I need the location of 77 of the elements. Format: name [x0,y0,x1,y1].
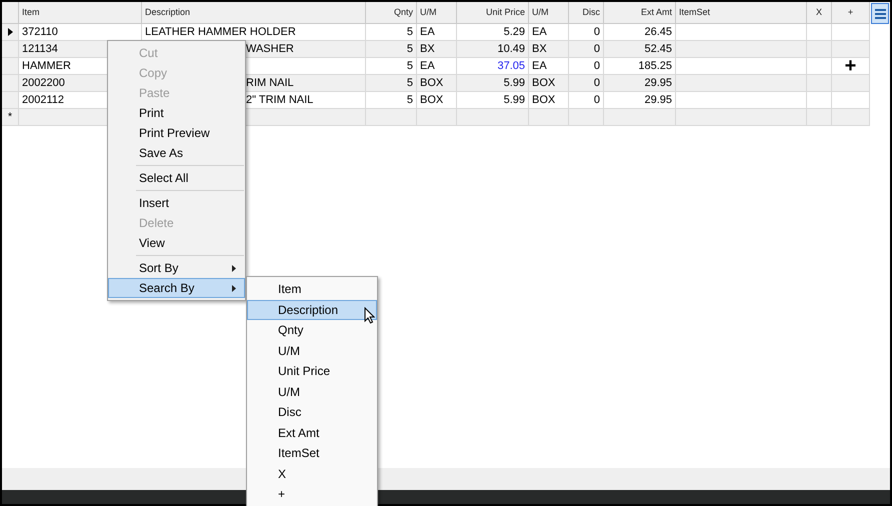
table-cell-text: 2" TRIM NAIL [246,92,314,108]
table-cell-text: BOX [532,92,556,108]
table-cell-text: 2002112 [22,92,64,108]
table-cell-text: EA [532,24,547,40]
column-header[interactable]: U/M [529,2,569,23]
menu-item[interactable]: Qnty [247,320,377,340]
table-cell-text: 0 [594,42,600,57]
table-cell-text: HAMMER [22,58,71,74]
column-header[interactable]: Disc [569,2,604,23]
menu-item[interactable]: Description [247,300,377,320]
menu-item[interactable]: Disc [247,402,377,422]
table-cell-text: BOX [532,76,556,91]
column-header[interactable]: Ext Amt [604,2,676,23]
menu-item[interactable]: Search By [108,278,245,298]
table-cell-text: 5 [406,42,413,57]
table-cell-text: 5.99 [504,76,525,91]
table-cell-text: 5 [406,92,413,108]
menu-item[interactable]: Ext Amt [247,422,377,443]
table-cell-text: 121134 [22,42,58,57]
column-header[interactable]: ItemSet [676,2,807,23]
column-header[interactable]: Unit Price [457,2,529,23]
new-row-marker: * [8,110,12,125]
table-cell-text: EA [420,24,435,40]
table-cell-text: 5 [406,76,413,91]
submenu-arrow-icon [232,284,236,292]
column-header[interactable]: U/M [417,2,457,23]
menu-item[interactable]: Print Preview [108,123,245,143]
row-header[interactable] [2,24,19,40]
table-cell-text: 5 [406,24,413,40]
table-cell-text: 10.49 [497,42,525,57]
table-cell-text: 5 [406,58,413,74]
mouse-cursor-icon [364,307,375,324]
table-cell-text: EA [532,58,547,74]
menu-item[interactable]: Select All [108,168,245,188]
table-cell-text: 26.45 [644,24,672,40]
table-cell-text: 5.99 [504,92,525,108]
table-cell-text: 372110 [22,24,58,40]
table-cell-text: 37.05 [497,58,525,74]
menu-item[interactable]: Save As [108,143,245,163]
menu-item[interactable]: X [247,464,377,484]
menu-item[interactable]: + [247,484,377,504]
menu-item[interactable]: ItemSet [247,443,377,464]
menu-icon[interactable] [871,3,889,24]
table-cell-text: 52.45 [644,42,672,57]
current-row-icon [8,28,12,36]
table-cell-text: RIM NAIL [246,76,294,91]
table-cell-text: 29.95 [644,92,672,108]
table-cell-text: 0 [594,24,600,40]
table-cell-text: WASHER [246,42,294,57]
submenu-arrow-icon [232,264,236,272]
table-cell-text: LEATHER HAMMER HOLDER [145,24,296,40]
table-cell-text: EA [420,58,435,74]
table-cell-text: 2002200 [22,76,65,91]
table-cell-text: 0 [594,92,600,108]
column-header[interactable]: + [832,2,870,23]
column-header[interactable]: Item [19,2,142,23]
table-cell-text: 29.95 [644,76,672,91]
menu-item[interactable]: U/M [247,382,377,402]
table-cell-text: 0 [594,76,600,91]
table-cell-text: 185.25 [638,58,672,74]
column-header[interactable]: Description [142,2,366,23]
menu-item[interactable]: Item [247,279,377,300]
menu-item[interactable]: Unit Price [247,361,377,382]
table-cell-text: BX [420,42,435,57]
table-cell-text: BOX [420,76,444,91]
menu-item[interactable]: Insert [108,193,245,213]
menu-item[interactable]: View [108,233,245,253]
table-cell-text: 5.29 [504,24,525,40]
menu-item[interactable]: U/M [247,340,377,361]
plus-sign: + [844,56,856,76]
table-cell-text: BOX [420,92,444,108]
column-header[interactable]: X [807,2,832,23]
table-cell-text: BX [532,42,547,57]
table-cell-text: 0 [594,58,600,74]
column-header[interactable]: Qnty [366,2,417,23]
menu-item[interactable]: Sort By [108,258,245,278]
menu-item[interactable]: Print [108,103,245,123]
